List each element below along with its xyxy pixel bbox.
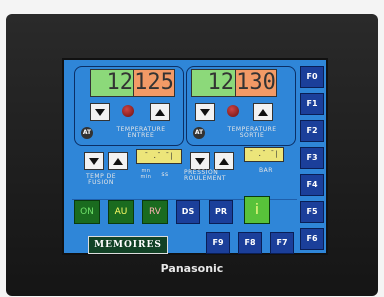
temp-entree-at-button[interactable]: AT	[81, 127, 93, 139]
temp-sortie-indicator	[227, 105, 239, 117]
temp-sortie-down-button[interactable]	[195, 103, 215, 121]
temp-entree-indicator	[122, 105, 134, 117]
f9-key[interactable]: F9	[206, 232, 230, 254]
temp-sortie-panel: 12 130 AT TEMPERATURE SORTIE	[186, 66, 296, 146]
arrow-down-icon	[200, 108, 210, 116]
fusion-up-button[interactable]	[108, 152, 128, 170]
info-button[interactable]: i	[244, 196, 270, 224]
pression-label-line2: ROULEMENT	[184, 175, 227, 182]
hmi-screen: 12 125 AT TEMPERATURE ENTREE 12 130 AT T…	[62, 58, 328, 255]
arrow-up-icon	[155, 108, 165, 116]
fusion-label-line2: FUSION	[88, 179, 114, 186]
f2-key[interactable]: F2	[300, 120, 324, 142]
fusion-label: TEMP DE FUSION	[74, 174, 128, 186]
fusion-down-button[interactable]	[84, 152, 104, 170]
pression-display: ¯ .¯ ¯|	[244, 147, 284, 162]
arrow-up-icon	[258, 108, 268, 116]
f1-key[interactable]: F1	[300, 93, 324, 115]
f0-key[interactable]: F0	[300, 66, 324, 88]
mode-ds-button[interactable]: DS	[176, 200, 200, 224]
temp-sortie-label-line2: SORTIE	[239, 132, 265, 139]
temp-entree-up-button[interactable]	[150, 103, 170, 121]
memoires-button[interactable]: MEMOIRES	[88, 236, 168, 254]
mode-au-button[interactable]: AU	[108, 200, 134, 224]
f8-key[interactable]: F8	[238, 232, 262, 254]
temp-sortie-label: TEMPERATURE SORTIE	[209, 127, 295, 139]
fusion-unit-line2: min	[140, 174, 152, 180]
pression-up-button[interactable]	[214, 152, 234, 170]
temp-sortie-at-button[interactable]: AT	[193, 127, 205, 139]
pression-down-button[interactable]	[190, 152, 210, 170]
mode-on-button[interactable]: ON	[74, 200, 100, 224]
fusion-unit: mn min	[136, 168, 156, 180]
f6-key[interactable]: F6	[300, 228, 324, 250]
arrow-up-icon	[219, 157, 229, 165]
mode-pr-button[interactable]: PR	[209, 200, 233, 224]
pression-label: PRESSION ROULEMENT	[184, 170, 246, 182]
fusion-display: ¯ .¯ ¯|	[136, 149, 182, 164]
temp-entree-setpoint: 12	[90, 69, 136, 97]
temp-entree-label: TEMPERATURE ENTREE	[99, 127, 183, 139]
temp-entree-label-line2: ENTREE	[127, 132, 155, 139]
mode-rv-button[interactable]: RV	[142, 200, 168, 224]
f7-key[interactable]: F7	[270, 232, 294, 254]
brand-logo: Panasonic	[160, 262, 224, 275]
arrow-up-icon	[113, 157, 123, 165]
fusion-unit2: ss	[161, 171, 169, 178]
f4-key[interactable]: F4	[300, 174, 324, 196]
temp-sortie-setpoint: 12	[191, 69, 237, 97]
temp-sortie-actual: 130	[235, 69, 277, 97]
temp-entree-actual: 125	[133, 69, 175, 97]
temp-sortie-up-button[interactable]	[253, 103, 273, 121]
pression-unit: BAR	[259, 167, 273, 174]
f5-key[interactable]: F5	[300, 201, 324, 223]
arrow-down-icon	[95, 108, 105, 116]
temp-entree-down-button[interactable]	[90, 103, 110, 121]
arrow-down-icon	[195, 157, 205, 165]
arrow-down-icon	[89, 157, 99, 165]
f3-key[interactable]: F3	[300, 147, 324, 169]
temp-entree-panel: 12 125 AT TEMPERATURE ENTREE	[74, 66, 184, 146]
